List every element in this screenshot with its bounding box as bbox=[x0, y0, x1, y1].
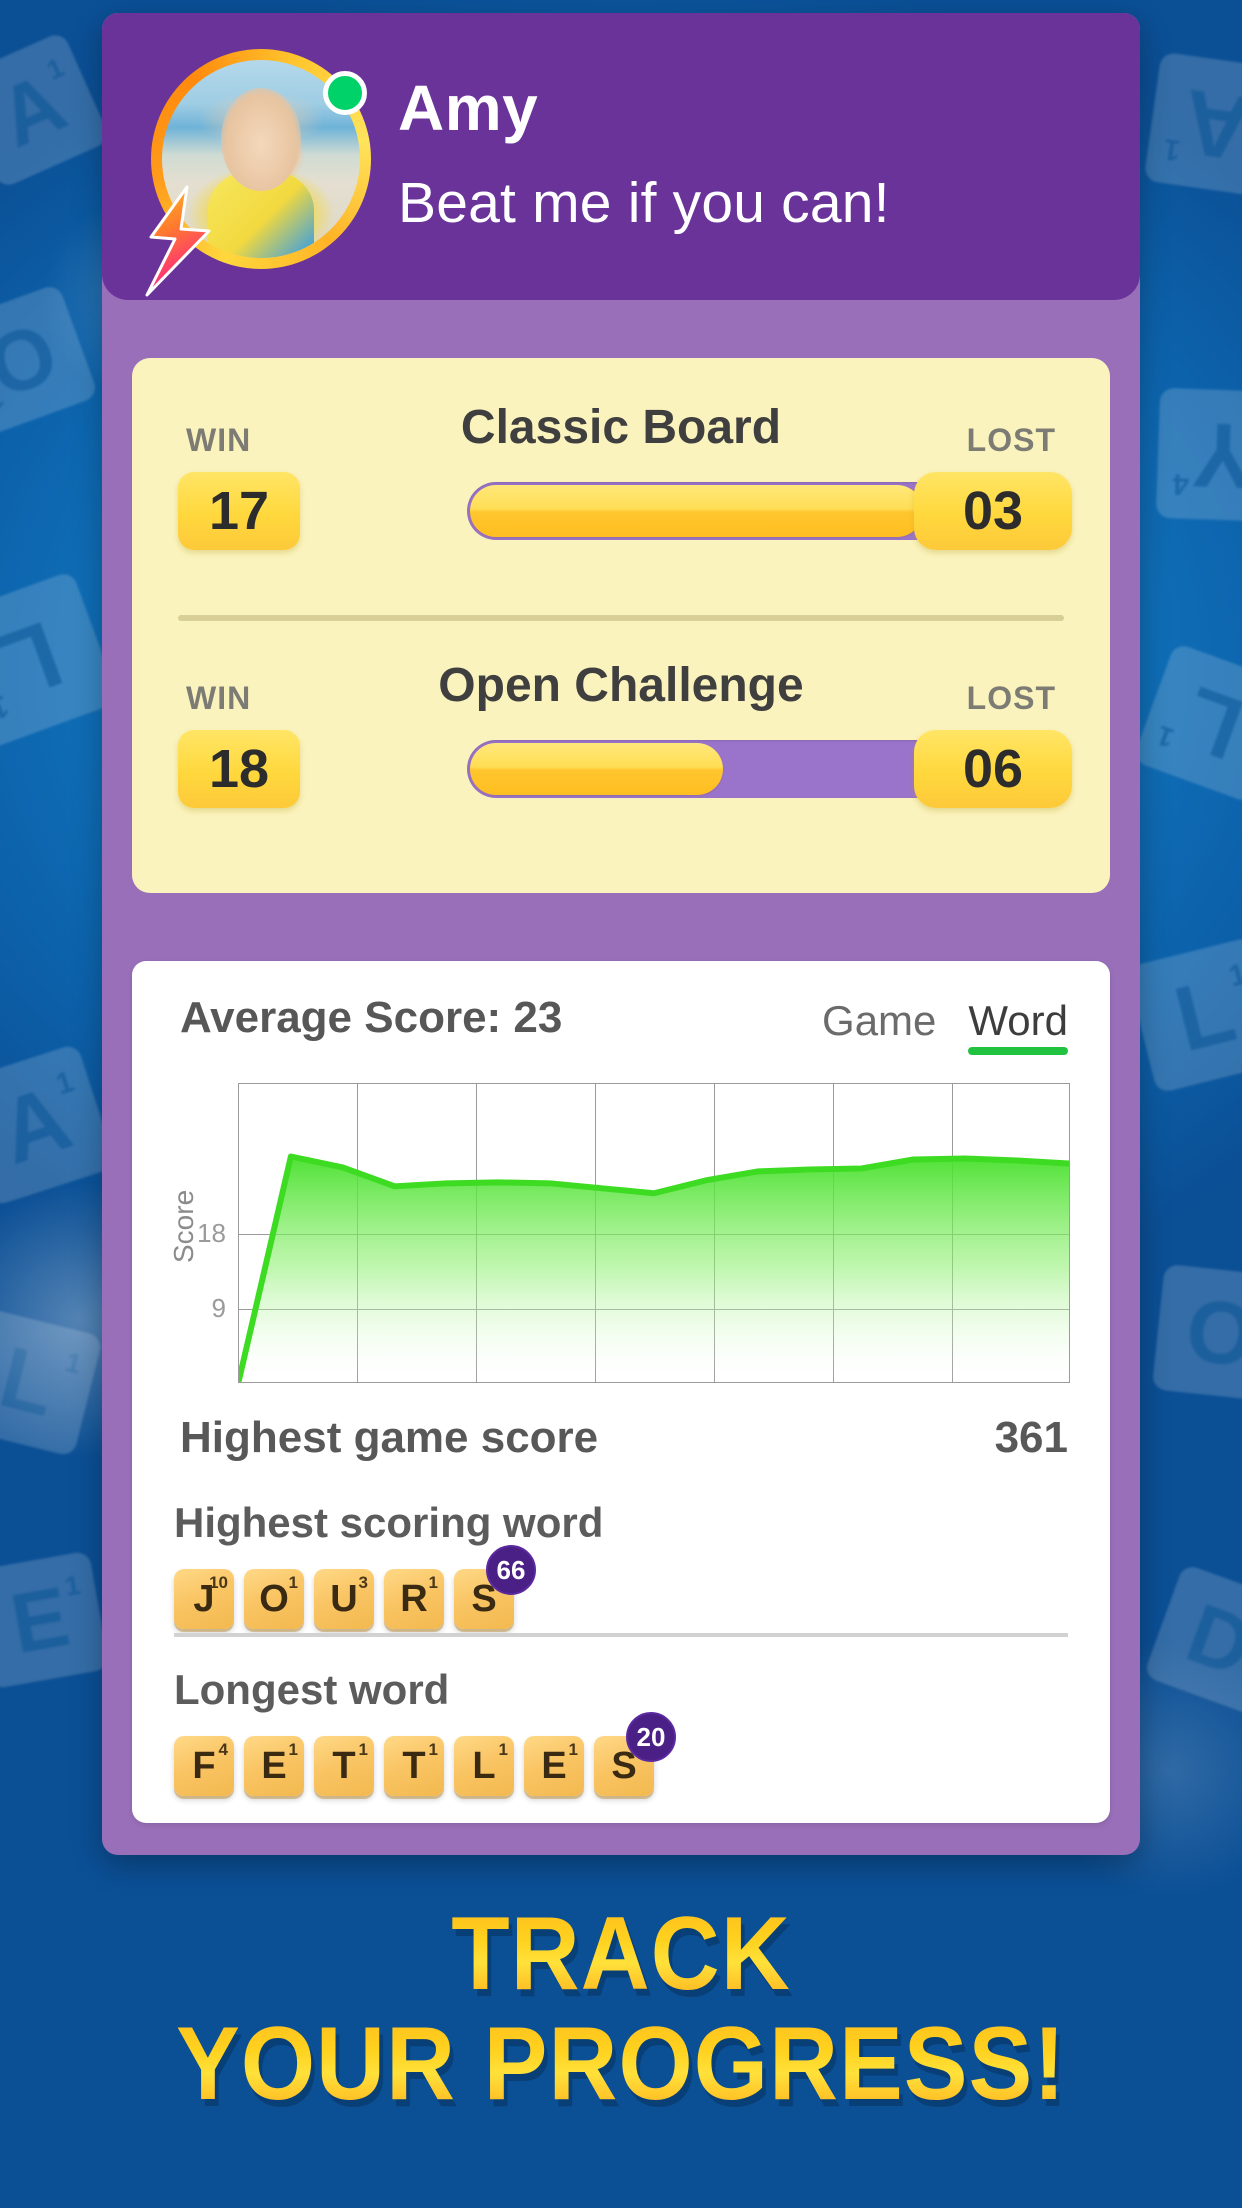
background-tile: O1 bbox=[0, 283, 99, 437]
promo-text: TRACK YOUR PROGRESS! bbox=[0, 1900, 1242, 2120]
highest-game-score-row: Highest game score 361 bbox=[180, 1413, 1068, 1471]
background-tile: A1 bbox=[0, 30, 112, 190]
chart-card: Average Score: 23 Game Word Score 18 9 H… bbox=[132, 961, 1110, 1823]
tile-value: 3 bbox=[358, 1573, 368, 1592]
profile-tagline: Beat me if you can! bbox=[398, 171, 890, 235]
background-tile: L1 bbox=[0, 1306, 104, 1458]
lost-label: LOST bbox=[966, 422, 1056, 458]
tile-letter: E bbox=[541, 1744, 567, 1787]
stat-title: Open Challenge bbox=[438, 659, 804, 712]
highest-game-score-label: Highest game score bbox=[180, 1413, 599, 1462]
tile-letter: U bbox=[330, 1577, 358, 1620]
letter-tile: S 66 bbox=[454, 1545, 536, 1629]
letter-tile: E 1 bbox=[524, 1736, 584, 1796]
lost-count: 03 bbox=[914, 472, 1072, 550]
highest-scoring-word-tiles: J 10 O 1 U 3 R 1 S 66 bbox=[174, 1545, 536, 1629]
longest-word-label: Longest word bbox=[174, 1666, 450, 1713]
lightning-bolt-icon bbox=[145, 185, 211, 297]
win-count: 17 bbox=[178, 472, 300, 550]
tile-letter: F bbox=[192, 1744, 216, 1787]
letter-tile: T 1 bbox=[384, 1736, 444, 1796]
promo-line-1: TRACK bbox=[50, 1900, 1193, 2008]
tile-value: 1 bbox=[288, 1740, 298, 1759]
tab-word[interactable]: Word bbox=[968, 997, 1068, 1055]
letter-tile: E 1 bbox=[244, 1736, 304, 1796]
background-tile: A1 bbox=[0, 1043, 117, 1207]
tile-letter: O bbox=[259, 1577, 289, 1620]
chart-y-tick-9: 9 bbox=[211, 1293, 226, 1323]
stat-row-classic-board: Classic Board WIN 17 LOST 03 bbox=[132, 400, 1110, 605]
letter-tile: S 20 bbox=[594, 1712, 676, 1796]
stats-card: Classic Board WIN 17 LOST 03 Open Challe… bbox=[132, 358, 1110, 893]
tile-value: 10 bbox=[209, 1573, 228, 1592]
letter-tile: F 4 bbox=[174, 1736, 234, 1796]
score-chart: Score 18 9 bbox=[168, 1083, 1070, 1383]
profile-name: Amy bbox=[398, 72, 539, 144]
lost-label: LOST bbox=[966, 680, 1056, 716]
tile-value: 1 bbox=[428, 1573, 438, 1592]
tile-letter: L bbox=[472, 1744, 496, 1787]
letter-tile: L 1 bbox=[454, 1736, 514, 1796]
word-score-badge: 66 bbox=[486, 1545, 536, 1595]
background-tile: A1 bbox=[1143, 51, 1242, 199]
longest-word-tiles: F 4 E 1 T 1 T 1 L 1 E 1 S 20 bbox=[174, 1712, 676, 1796]
tile-value: 4 bbox=[218, 1740, 228, 1759]
progress-bar-fill bbox=[470, 485, 923, 537]
chart-tabs: Game Word bbox=[822, 997, 1068, 1055]
letter-tile: T 1 bbox=[314, 1736, 374, 1796]
background-tile: E1 bbox=[0, 1550, 110, 1690]
lost-count: 06 bbox=[914, 730, 1072, 808]
letter-tile: J 10 bbox=[174, 1569, 234, 1629]
tile-value: 1 bbox=[288, 1573, 298, 1592]
progress-bar-fill bbox=[470, 743, 724, 795]
stat-title: Classic Board bbox=[460, 401, 782, 454]
background-tile: Y4 bbox=[1155, 387, 1242, 523]
win-count: 18 bbox=[178, 730, 300, 808]
average-score-label: Average Score: 23 bbox=[180, 993, 563, 1042]
stat-row-open-challenge: Open Challenge WIN 18 LOST 06 bbox=[132, 658, 1110, 863]
tab-game[interactable]: Game bbox=[822, 997, 936, 1055]
word-section-divider bbox=[174, 1633, 1068, 1637]
tile-value: 1 bbox=[428, 1740, 438, 1759]
chart-series-area bbox=[239, 1153, 1069, 1382]
chart-plot-area bbox=[238, 1083, 1070, 1383]
highest-scoring-word-label: Highest scoring word bbox=[174, 1499, 604, 1546]
online-status-dot bbox=[323, 71, 367, 115]
background-tile: D2 bbox=[1143, 1563, 1242, 1717]
stats-divider bbox=[178, 615, 1064, 621]
chart-y-tick-18: 18 bbox=[197, 1218, 226, 1248]
background-tile: L1 bbox=[1132, 642, 1242, 804]
highest-game-score-value: 361 bbox=[994, 1413, 1068, 1462]
tile-value: 1 bbox=[568, 1740, 578, 1759]
win-label: WIN bbox=[186, 680, 252, 716]
tile-value: 1 bbox=[498, 1740, 508, 1759]
avatar[interactable] bbox=[145, 49, 371, 297]
profile-panel: Amy Beat me if you can! Classic Board WI… bbox=[102, 13, 1140, 1855]
letter-tile: R 1 bbox=[384, 1569, 444, 1629]
promo-line-2: YOUR PROGRESS! bbox=[50, 2008, 1193, 2120]
tile-letter: T bbox=[402, 1744, 426, 1787]
letter-tile: O 1 bbox=[244, 1569, 304, 1629]
win-label: WIN bbox=[186, 422, 252, 458]
profile-header: Amy Beat me if you can! bbox=[102, 13, 1140, 300]
background-tile: O1 bbox=[1151, 1263, 1242, 1403]
tile-letter: T bbox=[332, 1744, 356, 1787]
tile-value: 1 bbox=[358, 1740, 368, 1759]
tile-letter: R bbox=[400, 1577, 428, 1620]
background-tile: L1 bbox=[1126, 936, 1242, 1094]
tile-letter: E bbox=[261, 1744, 287, 1787]
letter-tile: U 3 bbox=[314, 1569, 374, 1629]
word-score-badge: 20 bbox=[626, 1712, 676, 1762]
